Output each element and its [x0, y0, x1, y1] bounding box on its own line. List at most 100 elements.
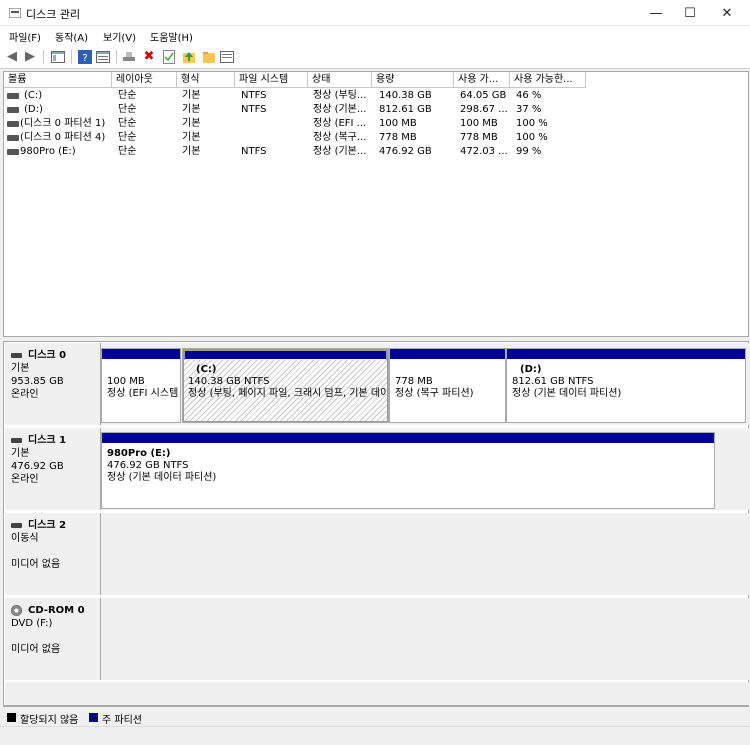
column-header-percent-free[interactable]: 사용 가능한... — [510, 72, 586, 88]
volume-row[interactable]: (D:) 단순 기본 NTFS 정상 (기본... 812.61 GB 298.… — [4, 103, 748, 117]
partition-status: 정상 (EFI 시스템 파티션) — [107, 388, 179, 399]
column-header-free-space[interactable]: 사용 가... — [454, 72, 510, 88]
minimize-button[interactable]: — — [639, 0, 673, 26]
disk-size: 476.92 GB — [11, 461, 64, 472]
disk-status: 미디어 없음 — [11, 559, 61, 570]
volume-file-system — [241, 131, 307, 145]
partition-size: 476.92 GB NTFS — [107, 460, 189, 471]
column-header-type[interactable]: 형식 — [177, 72, 235, 88]
check-icon[interactable] — [161, 49, 177, 65]
volume-name: (디스크 0 파티션 1) — [20, 118, 106, 129]
partition-size: 100 MB — [107, 376, 145, 387]
column-header-volume[interactable]: 볼륨 — [4, 72, 112, 88]
volume-row[interactable]: 980Pro (E:) 단순 기본 NTFS 정상 (기본... 476.92 … — [4, 145, 748, 159]
menu-view[interactable]: 보기(V) — [103, 29, 136, 44]
volume-layout: 단순 — [118, 132, 137, 143]
volume-free-space: 778 MB — [460, 132, 498, 143]
primary-partition-bar — [183, 349, 388, 359]
view-icon[interactable] — [219, 49, 235, 65]
disk-size: 953.85 GB — [11, 376, 64, 387]
volume-file-system: NTFS — [241, 146, 267, 157]
disk-name: 디스크 1 — [28, 435, 67, 446]
partition-efi[interactable]: 100 MB 정상 (EFI 시스템 파티션) — [101, 348, 181, 423]
volume-list: 볼륨 레이아웃 형식 파일 시스템 상태 용량 사용 가... 사용 가능한..… — [3, 71, 749, 337]
volume-status: 정상 (복구... — [313, 132, 367, 143]
drive-icon — [7, 121, 19, 127]
partition-size: 778 MB — [395, 376, 433, 387]
disk-type: DVD (F:) — [11, 618, 53, 629]
connect-icon[interactable] — [121, 49, 137, 65]
column-header-file-system[interactable]: 파일 시스템 — [235, 72, 308, 88]
volume-status: 정상 (부팅... — [313, 90, 367, 101]
disk-2-label[interactable]: 디스크 2 이동식 미디어 없음 — [5, 513, 101, 595]
volume-free-space: 100 MB — [460, 118, 498, 129]
partition-e[interactable]: 980Pro (E:) 476.92 GB NTFS 정상 (기본 데이터 파티… — [101, 432, 715, 509]
menu-file[interactable]: 파일(F) — [9, 29, 41, 44]
disk-type: 이동식 — [11, 533, 39, 544]
menu-bar: 파일(F) 동작(A) 보기(V) 도움말(H) — [0, 26, 750, 45]
disk-1-label[interactable]: 디스크 1 기본 476.92 GB 온라인 — [5, 428, 101, 510]
drive-icon — [7, 135, 19, 141]
properties-icon[interactable] — [95, 49, 111, 65]
volume-type: 기본 — [182, 104, 201, 115]
menu-help[interactable]: 도움말(H) — [150, 29, 193, 44]
primary-partition-bar — [102, 349, 180, 359]
volume-free-space: 298.67 ... — [460, 104, 508, 115]
toolbar: ◀ ▶ ? ✖ — [0, 45, 750, 69]
partition-d[interactable]: (D:) 812.61 GB NTFS 정상 (기본 데이터 파티션) — [506, 348, 746, 423]
column-header-layout[interactable]: 레이아웃 — [112, 72, 177, 88]
partition-recovery[interactable]: 778 MB 정상 (복구 파티션) — [389, 348, 506, 423]
column-header-capacity[interactable]: 용량 — [372, 72, 454, 88]
menu-action[interactable]: 동작(A) — [55, 29, 88, 44]
legend: 할당되지 않음 주 파티션 — [3, 706, 749, 726]
volume-type: 기본 — [182, 90, 201, 101]
partition-status: 정상 (부팅, 페이지 파일, 크래시 덤프, 기본 데이터 파티션) — [188, 388, 387, 399]
disk-type: 기본 — [11, 363, 30, 374]
volume-status: 정상 (EFI ... — [313, 118, 367, 129]
open-folder-icon[interactable] — [201, 49, 217, 65]
volume-status: 정상 (기본... — [313, 104, 367, 115]
partition-title: 980Pro (E:) — [107, 448, 171, 459]
volume-layout: 단순 — [118, 118, 137, 129]
title-bar: 디스크 관리 — ☐ ✕ — [0, 0, 750, 26]
column-header-status[interactable]: 상태 — [308, 72, 372, 88]
volume-file-system — [241, 117, 307, 131]
volume-layout: 단순 — [118, 90, 137, 101]
partition-status: 정상 (복구 파티션) — [395, 388, 474, 399]
volume-percent-free: 37 % — [516, 104, 542, 115]
disk-0-label[interactable]: 디스크 0 기본 953.85 GB 온라인 — [5, 343, 101, 425]
partition-title: (D:) — [520, 364, 542, 375]
disk-map: 디스크 0 기본 953.85 GB 온라인 100 MB 정상 (EFI 시스… — [3, 341, 749, 706]
volume-layout: 단순 — [118, 146, 137, 157]
primary-partition-swatch — [89, 713, 98, 722]
drive-icon — [7, 149, 19, 155]
hard-disk-icon — [11, 437, 22, 443]
volume-status: 정상 (기본... — [313, 146, 367, 157]
status-bar — [0, 726, 750, 745]
console-tree-icon[interactable] — [50, 49, 66, 65]
volume-row[interactable]: (C:) 단순 기본 NTFS 정상 (부팅... 140.38 GB 64.0… — [4, 89, 748, 103]
drive-icon — [7, 93, 19, 99]
disk-2-area — [101, 513, 749, 595]
volume-type: 기본 — [182, 118, 201, 129]
volume-type: 기본 — [182, 132, 201, 143]
disk-map-empty-space — [5, 682, 749, 705]
primary-partition-bar — [507, 349, 745, 359]
close-button[interactable]: ✕ — [710, 0, 744, 26]
cd-rom-icon — [11, 604, 22, 616]
delete-icon[interactable]: ✖ — [141, 49, 157, 65]
back-arrow-icon[interactable]: ◀ — [4, 49, 20, 65]
cdrom-0-label[interactable]: CD-ROM 0 DVD (F:) 미디어 없음 — [5, 598, 101, 680]
forward-arrow-icon[interactable]: ▶ — [22, 49, 38, 65]
toolbar-separator — [71, 50, 72, 64]
volume-row[interactable]: (디스크 0 파티션 1) 단순 기본 정상 (EFI ... 100 MB 1… — [4, 117, 748, 131]
help-icon[interactable]: ? — [77, 49, 93, 65]
disk-1-partitions: 980Pro (E:) 476.92 GB NTFS 정상 (기본 데이터 파티… — [101, 428, 749, 510]
disk-type: 기본 — [11, 448, 30, 459]
maximize-button[interactable]: ☐ — [673, 0, 707, 26]
volume-row[interactable]: (디스크 0 파티션 4) 단순 기본 정상 (복구... 778 MB 778… — [4, 131, 748, 145]
partition-c[interactable]: (C:) 140.38 GB NTFS 정상 (부팅, 페이지 파일, 크래시 … — [182, 348, 389, 423]
disk-status: 미디어 없음 — [11, 644, 61, 655]
partition-title: (C:) — [196, 364, 217, 375]
up-folder-icon[interactable] — [181, 49, 197, 65]
